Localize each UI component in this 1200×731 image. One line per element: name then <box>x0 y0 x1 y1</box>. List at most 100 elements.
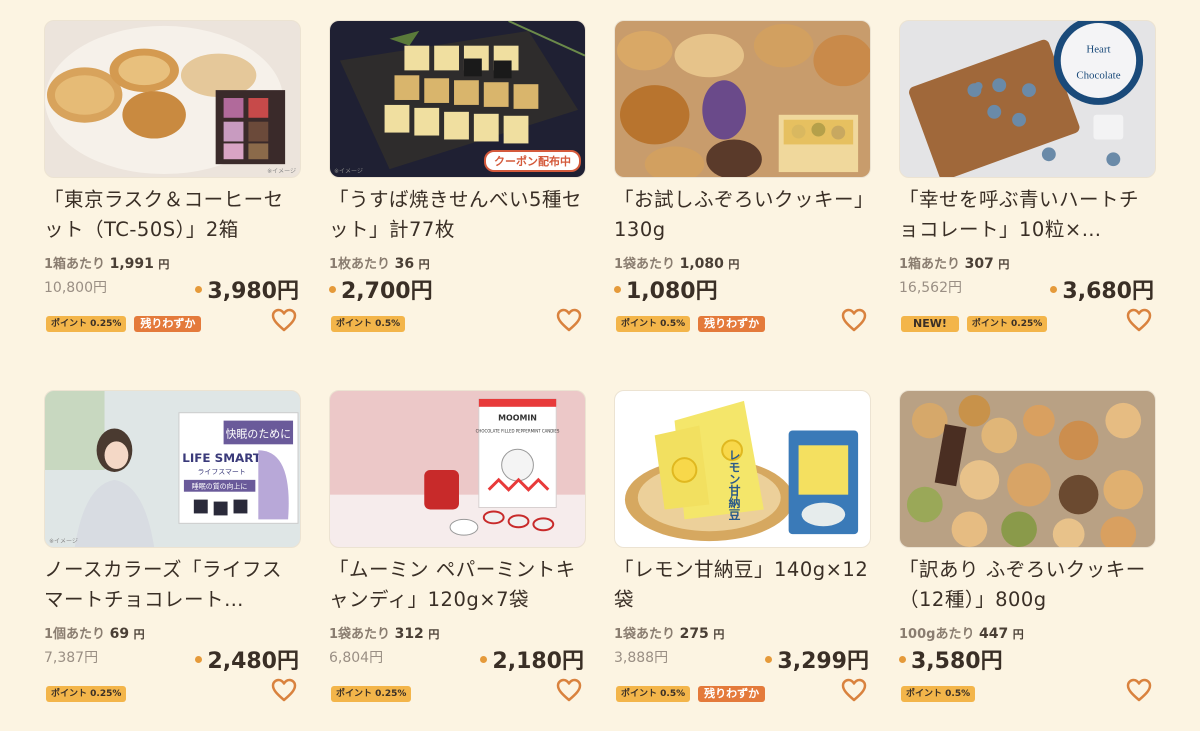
package-text: Heart <box>1086 44 1110 56</box>
lemon-amanatto-image[interactable]: レモン甘納豆 <box>614 390 871 548</box>
sale-price: 3,580円 <box>899 643 1003 675</box>
unit-price: 1袋あたり 275 円 <box>614 623 871 643</box>
unit-label: 1枚あたり <box>329 257 391 272</box>
sale-price: 3,980円 <box>195 273 299 305</box>
package-text: LIFE SMART <box>182 451 262 465</box>
price-line: 3,888円 3,299円 <box>614 643 871 674</box>
badge-row: ポイント 0.5% 残りわずか <box>616 686 766 702</box>
point-badge: ポイント 0.25% <box>46 686 127 702</box>
senbei-image[interactable]: ※イメージ クーポン配布中 <box>329 20 586 178</box>
unit-price-value: 1,080 <box>679 256 724 272</box>
original-price: 3,888円 <box>614 650 669 666</box>
unit-price-yen: 円 <box>133 628 145 641</box>
unit-price: 1個あたり 69 円 <box>44 623 301 643</box>
point-badge: ポイント 0.25% <box>966 316 1048 332</box>
heart-outline-icon[interactable] <box>1126 308 1152 332</box>
unit-price-yen: 円 <box>728 258 740 271</box>
price-dot-icon <box>195 655 203 663</box>
product-card[interactable]: ※イメージ クーポン配布中 「うすば焼きせんべい5種セット」計77枚 1枚あたり… <box>329 20 586 360</box>
price-dot-icon <box>765 655 773 663</box>
heart-chocolate-image[interactable]: Heart Chocolate <box>899 20 1156 178</box>
low-stock-badge: 残りわずか <box>134 316 202 332</box>
package-text: MOOMIN <box>498 414 537 423</box>
rusk-coffee-gift-image[interactable]: ※イメージ <box>44 20 301 178</box>
badge-row: ポイント 0.5% 残りわずか <box>616 316 766 332</box>
product-grid: ※イメージ 「東京ラスク＆コーヒーセット（TC-50S）」2箱 1箱あたり 1,… <box>44 20 1156 730</box>
product-card[interactable]: 「訳あり ふぞろいクッキー（12種）」800g 100gあたり 447 円 3,… <box>899 390 1156 730</box>
sale-price-value: 3,980円 <box>207 279 299 304</box>
unit-price-yen: 円 <box>998 258 1010 271</box>
unit-label: 1箱あたり <box>44 257 106 272</box>
unit-price: 1箱あたり 307 円 <box>899 253 1156 273</box>
original-price: 10,800円 <box>44 280 107 296</box>
unit-label: 1袋あたり <box>329 627 391 642</box>
price-line: 1,080円 <box>614 273 871 304</box>
heart-outline-icon[interactable] <box>271 308 297 332</box>
sale-price: 3,299円 <box>765 643 869 675</box>
sale-price-value: 2,180円 <box>492 649 584 674</box>
point-badge: ポイント 0.25% <box>331 686 412 702</box>
unit-label: 1個あたり <box>44 627 106 642</box>
product-title[interactable]: 「訳あり ふぞろいクッキー（12種）」800g <box>899 555 1156 615</box>
heart-outline-icon[interactable] <box>556 678 582 702</box>
unit-price-yen: 円 <box>418 258 430 271</box>
product-title[interactable]: 「東京ラスク＆コーヒーセット（TC-50S）」2箱 <box>44 185 301 245</box>
product-title[interactable]: 「うすば焼きせんべい5種セット」計77枚 <box>329 185 586 245</box>
unit-label: 100gあたり <box>899 627 975 642</box>
product-card[interactable]: Heart Chocolate 「幸せを呼ぶ青いハートチョコレート」10粒×… … <box>899 20 1156 360</box>
image-note: ※イメージ <box>49 538 78 545</box>
product-card[interactable]: レモン甘納豆 「レモン甘納豆」140g×12袋 1袋あたり 275 円 3,88… <box>614 390 871 730</box>
product-card[interactable]: 「お試しふぞろいクッキー」130g 1袋あたり 1,080 円 1,080円 ポ… <box>614 20 871 360</box>
product-title[interactable]: ノースカラーズ「ライフスマートチョコレート… <box>44 555 301 615</box>
image-note: ※イメージ <box>334 168 363 175</box>
assorted-cookies-image[interactable] <box>899 390 1156 548</box>
unit-label: 1箱あたり <box>899 257 961 272</box>
unit-price-value: 312 <box>394 626 424 642</box>
cookie-box-image[interactable] <box>614 20 871 178</box>
sale-price-value: 3,580円 <box>911 649 1003 674</box>
heart-outline-icon[interactable] <box>841 678 867 702</box>
low-stock-badge: 残りわずか <box>698 686 766 702</box>
product-title[interactable]: 「レモン甘納豆」140g×12袋 <box>614 555 871 615</box>
product-title[interactable]: 「ムーミン ペパーミントキャンディ」120g×7袋 <box>329 555 586 615</box>
unit-price: 1袋あたり 1,080 円 <box>614 253 871 273</box>
sale-price-value: 3,680円 <box>1062 279 1154 304</box>
product-title[interactable]: 「幸せを呼ぶ青いハートチョコレート」10粒×… <box>899 185 1156 245</box>
heart-outline-icon[interactable] <box>1126 678 1152 702</box>
original-price: 6,804円 <box>329 650 384 666</box>
badge-row: ポイント 0.25% 残りわずか <box>46 316 202 332</box>
unit-price-yen: 円 <box>158 258 170 271</box>
product-card[interactable]: 快眠のために LIFE SMART ライフスマート 睡眠の質の向上に ※イメージ… <box>44 390 301 730</box>
point-badge: ポイント 0.5% <box>616 686 691 702</box>
unit-price-yen: 円 <box>713 628 725 641</box>
product-title[interactable]: 「お試しふぞろいクッキー」130g <box>614 185 871 245</box>
moomin-candy-image[interactable]: MOOMIN CHOCOLATE FILLED PEPPERMINT CANDI… <box>329 390 586 548</box>
heart-outline-icon[interactable] <box>271 678 297 702</box>
badge-row: ポイント 0.25% <box>331 686 412 702</box>
sale-price-value: 3,299円 <box>777 649 869 674</box>
unit-price-value: 69 <box>109 626 130 642</box>
price-dot-icon <box>195 285 203 293</box>
heart-outline-icon[interactable] <box>841 308 867 332</box>
sale-price: 3,680円 <box>1050 273 1154 305</box>
point-badge: ポイント 0.5% <box>331 316 406 332</box>
price-dot-icon <box>899 655 906 663</box>
unit-label: 1袋あたり <box>614 627 676 642</box>
unit-price-value: 307 <box>964 256 994 272</box>
price-dot-icon <box>614 285 621 293</box>
package-text: 睡眠の質の向上に <box>192 482 247 491</box>
coupon-badge[interactable]: クーポン配布中 <box>484 150 581 172</box>
life-smart-image[interactable]: 快眠のために LIFE SMART ライフスマート 睡眠の質の向上に ※イメージ <box>44 390 301 548</box>
point-badge: ポイント 0.5% <box>616 316 691 332</box>
low-stock-badge: 残りわずか <box>698 316 766 332</box>
product-card[interactable]: ※イメージ 「東京ラスク＆コーヒーセット（TC-50S）」2箱 1箱あたり 1,… <box>44 20 301 360</box>
sale-price: 1,080円 <box>614 273 718 305</box>
price-line: 10,800円 3,980円 <box>44 273 301 304</box>
package-text: CHOCOLATE FILLED PEPPERMINT CANDIES <box>476 428 560 433</box>
heart-outline-icon[interactable] <box>556 308 582 332</box>
unit-price-value: 1,991 <box>109 256 154 272</box>
point-badge: ポイント 0.25% <box>46 316 127 332</box>
sale-price-value: 2,480円 <box>207 649 299 674</box>
product-card[interactable]: MOOMIN CHOCOLATE FILLED PEPPERMINT CANDI… <box>329 390 586 730</box>
price-line: 16,562円 3,680円 <box>899 273 1156 304</box>
